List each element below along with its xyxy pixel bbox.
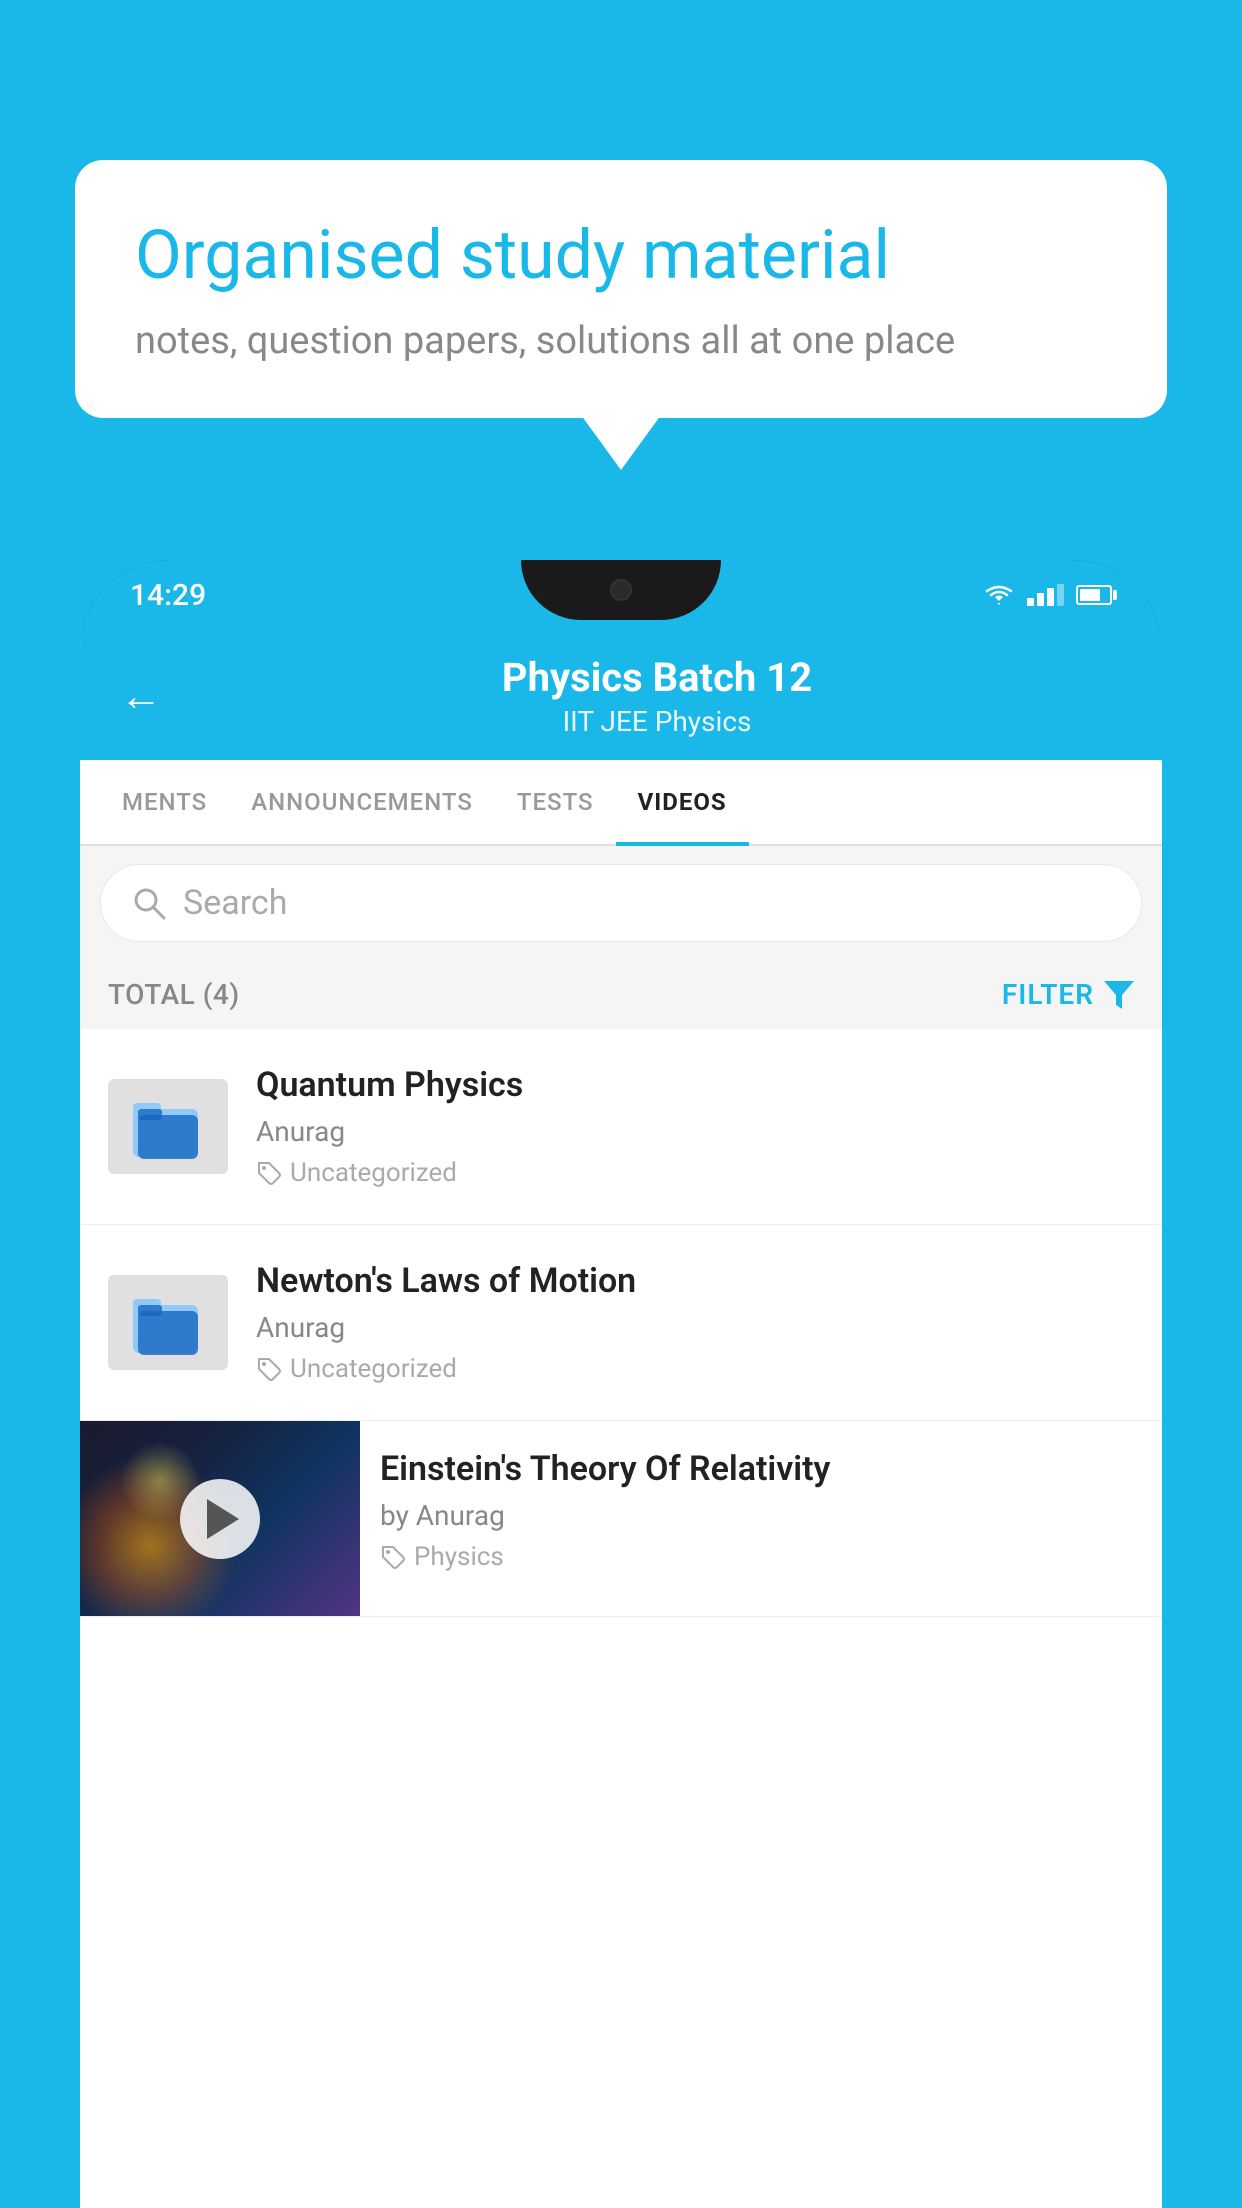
search-icon bbox=[131, 885, 167, 921]
category-label-quantum: Uncategorized bbox=[290, 1158, 457, 1188]
category-label-einstein: Physics bbox=[414, 1542, 504, 1572]
app-header: ← Physics Batch 12 IIT JEE Physics bbox=[80, 630, 1162, 760]
search-bar-container: Search bbox=[80, 846, 1162, 960]
speech-bubble-container: Organised study material notes, question… bbox=[75, 160, 1167, 418]
list-item[interactable]: Quantum Physics Anurag Uncategorized bbox=[80, 1029, 1162, 1225]
video-title-einstein: Einstein's Theory Of Relativity bbox=[380, 1449, 1142, 1489]
speech-bubble: Organised study material notes, question… bbox=[75, 160, 1167, 418]
video-thumbnail-einstein bbox=[80, 1421, 360, 1616]
tag-icon bbox=[256, 1160, 282, 1186]
battery-icon bbox=[1076, 585, 1112, 605]
status-icons bbox=[983, 583, 1112, 607]
camera-dot bbox=[610, 579, 632, 601]
app-subtitle: IIT JEE Physics bbox=[192, 705, 1122, 738]
video-author-newton: Anurag bbox=[256, 1311, 1134, 1344]
header-title-block: Physics Batch 12 IIT JEE Physics bbox=[192, 654, 1122, 738]
total-count: TOTAL (4) bbox=[108, 978, 240, 1011]
tab-ments[interactable]: MENTS bbox=[100, 760, 229, 844]
video-list: Quantum Physics Anurag Uncategorized bbox=[80, 1029, 1162, 1617]
video-category-quantum: Uncategorized bbox=[256, 1158, 1134, 1188]
tabs-bar: MENTS ANNOUNCEMENTS TESTS VIDEOS bbox=[80, 760, 1162, 846]
video-title-quantum: Quantum Physics bbox=[256, 1065, 1134, 1105]
bubble-subtitle: notes, question papers, solutions all at… bbox=[135, 319, 1107, 363]
filter-bar: TOTAL (4) FILTER bbox=[80, 960, 1162, 1029]
play-button[interactable] bbox=[180, 1479, 260, 1559]
app-title: Physics Batch 12 bbox=[192, 654, 1122, 701]
category-label-newton: Uncategorized bbox=[290, 1354, 457, 1384]
search-placeholder: Search bbox=[183, 883, 287, 923]
video-title-newton: Newton's Laws of Motion bbox=[256, 1261, 1134, 1301]
phone-frame: 14:29 ← bbox=[80, 560, 1162, 2208]
back-button[interactable]: ← bbox=[120, 672, 162, 721]
tag-icon bbox=[380, 1544, 406, 1570]
folder-icon bbox=[128, 1089, 208, 1164]
video-category-einstein: Physics bbox=[380, 1542, 1142, 1572]
video-category-newton: Uncategorized bbox=[256, 1354, 1134, 1384]
tab-tests[interactable]: TESTS bbox=[495, 760, 616, 844]
notch bbox=[521, 560, 721, 620]
video-info-einstein: Einstein's Theory Of Relativity by Anura… bbox=[360, 1421, 1162, 1600]
video-author-quantum: Anurag bbox=[256, 1115, 1134, 1148]
list-item[interactable]: Newton's Laws of Motion Anurag Uncategor… bbox=[80, 1225, 1162, 1421]
list-item[interactable]: Einstein's Theory Of Relativity by Anura… bbox=[80, 1421, 1162, 1617]
tab-announcements[interactable]: ANNOUNCEMENTS bbox=[229, 760, 495, 844]
folder-icon bbox=[128, 1285, 208, 1360]
play-triangle-icon bbox=[207, 1499, 239, 1539]
filter-label: FILTER bbox=[1002, 978, 1094, 1011]
wifi-icon bbox=[983, 583, 1015, 607]
phone-screen: ← Physics Batch 12 IIT JEE Physics MENTS… bbox=[80, 630, 1162, 2208]
signal-bars-icon bbox=[1027, 584, 1064, 606]
folder-thumbnail-quantum bbox=[108, 1079, 228, 1174]
tag-icon bbox=[256, 1356, 282, 1382]
status-time: 14:29 bbox=[130, 578, 206, 613]
filter-icon bbox=[1104, 981, 1134, 1009]
folder-thumbnail-newton bbox=[108, 1275, 228, 1370]
search-bar[interactable]: Search bbox=[100, 864, 1142, 942]
tab-videos[interactable]: VIDEOS bbox=[616, 760, 749, 844]
video-author-einstein: by Anurag bbox=[380, 1499, 1142, 1532]
filter-button[interactable]: FILTER bbox=[1002, 978, 1134, 1011]
bubble-title: Organised study material bbox=[135, 215, 1107, 297]
video-info-quantum: Quantum Physics Anurag Uncategorized bbox=[256, 1065, 1134, 1188]
status-bar: 14:29 bbox=[80, 560, 1162, 630]
video-info-newton: Newton's Laws of Motion Anurag Uncategor… bbox=[256, 1261, 1134, 1384]
